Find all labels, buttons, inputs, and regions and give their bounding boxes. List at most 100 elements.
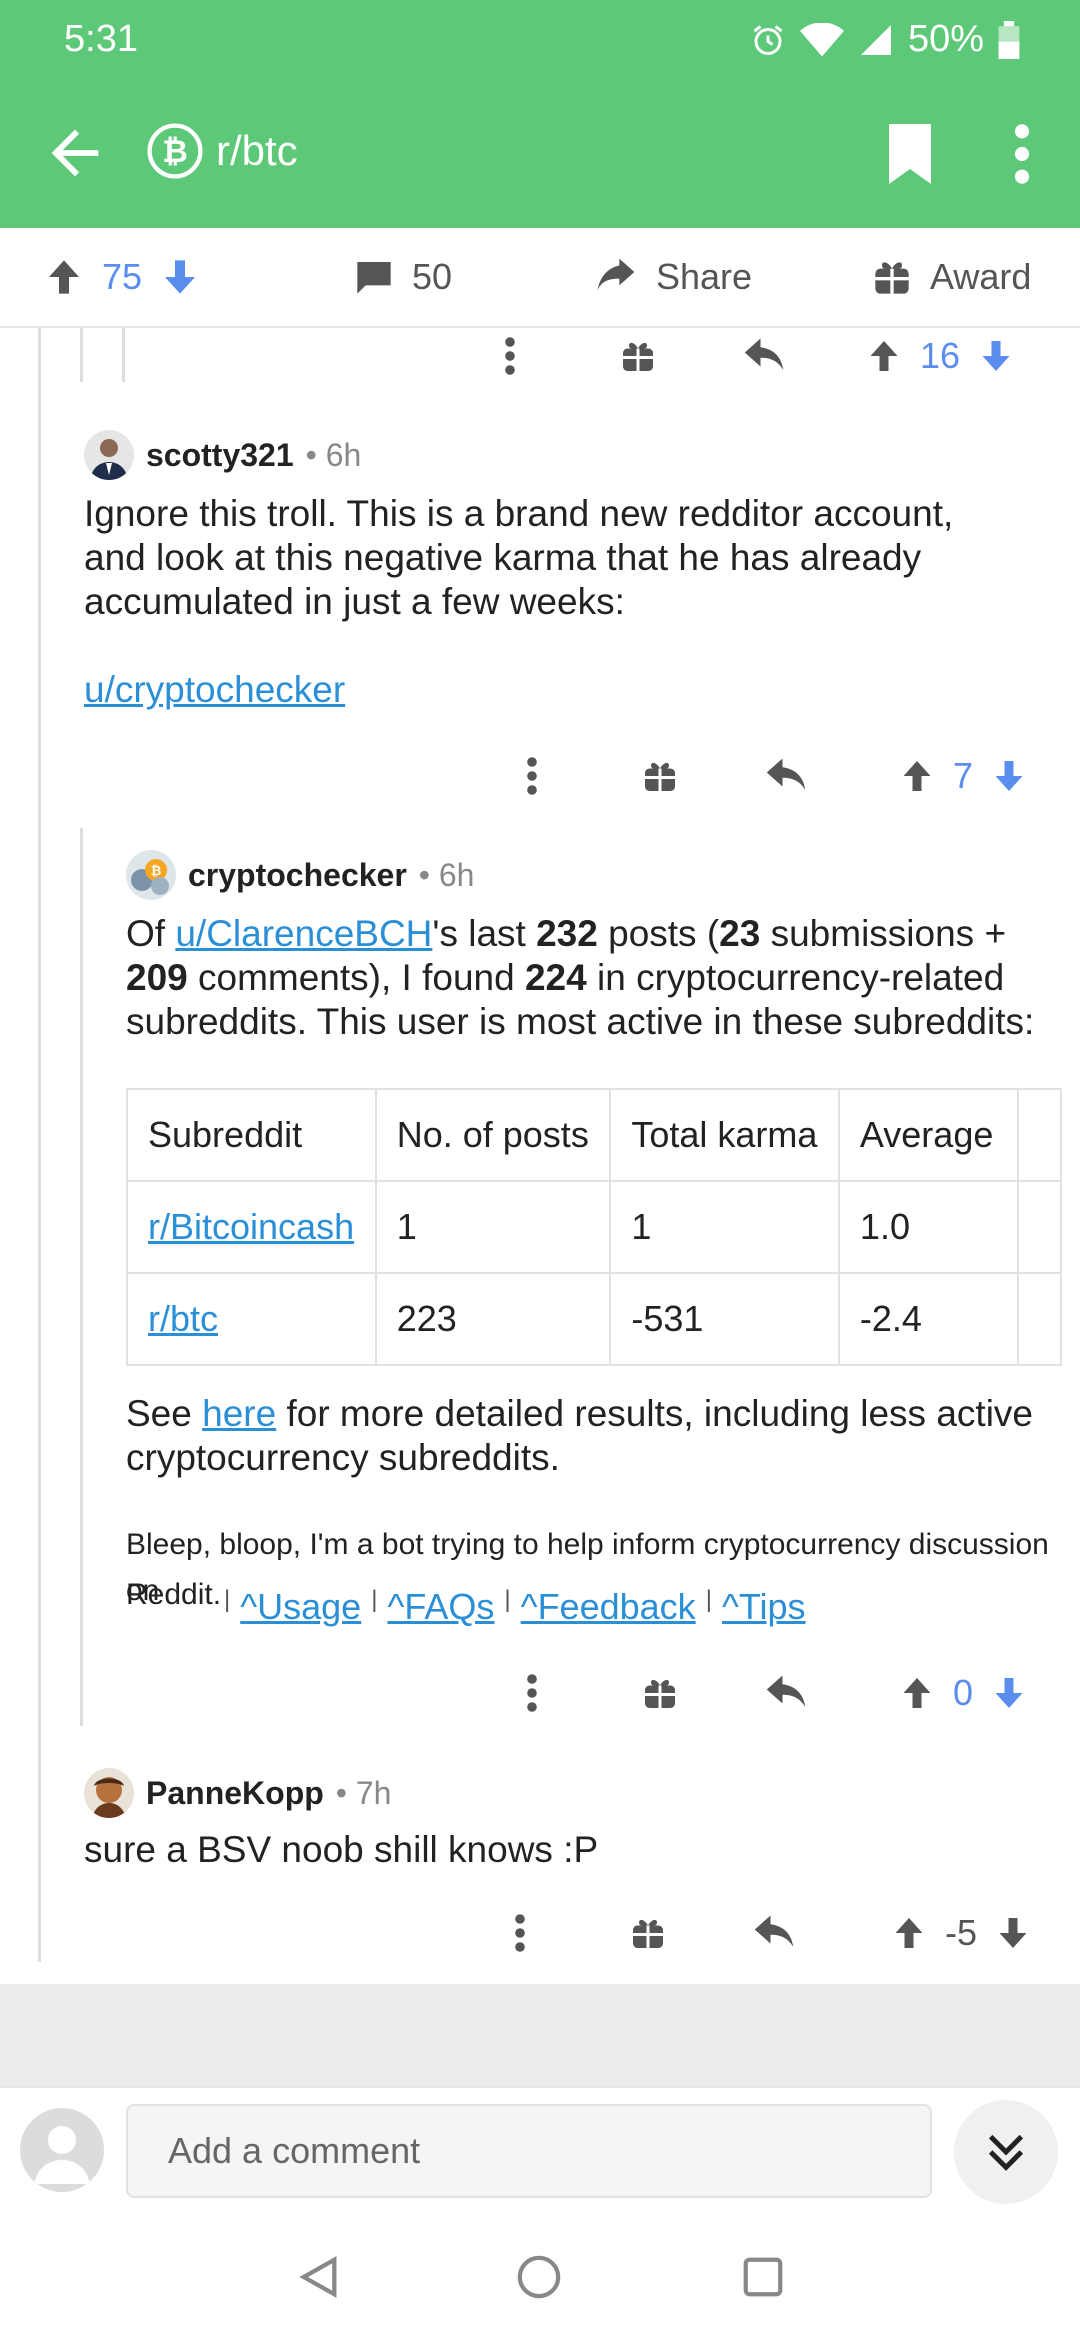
text-segment: Of [126,913,176,954]
list-end-spacer [0,1984,1080,2086]
comment-award-button[interactable] [618,1903,678,1963]
text-segment: submissions + [760,913,1007,954]
system-nav-bar [0,2214,1080,2340]
more-vertical-icon [505,337,515,375]
avatar[interactable] [84,430,134,480]
share-icon [597,258,635,291]
post-count: 232 [536,913,598,954]
comment-age-value: 7h [355,1774,392,1811]
comment-more-button[interactable] [502,1663,562,1723]
award-button[interactable]: Award [872,228,1031,326]
usage-link[interactable]: ^Usage [240,1586,361,1627]
comment-line: accumulated in just a few weeks: [84,581,625,622]
text-segment: 's last [432,913,537,954]
comment-reply-button[interactable] [756,746,816,806]
collapse-button[interactable] [954,2100,1058,2204]
table-header: Total karma [609,1088,840,1182]
bookmark-button[interactable] [886,124,934,184]
downvote-icon[interactable] [160,257,200,297]
post-action-bar: 75 50 Share Award [0,228,1080,328]
comment-compose-bar: Add a comment [0,2086,1080,2216]
comment-username[interactable]: scotty321 [146,437,294,474]
details-link[interactable]: here [202,1393,276,1434]
tips-link[interactable]: ^Tips [722,1586,806,1627]
nav-home-button[interactable] [516,2254,562,2300]
karma-table-scroller[interactable]: Subreddit No. of posts Total karma Avera… [126,1088,1062,1366]
comment-vote-group: -5 [876,1903,1046,1963]
comment-line: and look at this negative karma that he … [84,537,922,578]
comment-reply-button[interactable] [734,326,794,386]
back-button[interactable] [40,118,110,188]
thread-line [80,828,83,1726]
thread-line [38,328,41,1962]
nav-recents-button[interactable] [740,2254,786,2300]
upvote-icon[interactable] [899,758,935,794]
avatar[interactable] [20,2108,104,2192]
table-cell: r/btc [126,1272,377,1366]
avatar[interactable]: ₿ [126,850,176,900]
comment-header: scotty321 • 6h [84,430,361,480]
user-avatar-icon [84,1768,134,1818]
table-header: No. of posts [374,1088,612,1182]
svg-text:₿: ₿ [151,864,162,879]
comment-input[interactable]: Add a comment [126,2104,932,2198]
bookmark-icon [889,124,931,184]
status-icons: 50% [750,18,1020,61]
downvote-icon[interactable] [978,338,1014,374]
comment-count: 50 [412,256,453,297]
bot-note: Reddit. [126,1578,222,1611]
comment-more-button[interactable] [490,1903,550,1963]
post-score: 75 [102,256,143,297]
downvote-icon[interactable] [991,1675,1027,1711]
nav-back-button[interactable] [296,2254,342,2300]
downvote-icon[interactable] [995,1915,1031,1951]
battery-icon [998,20,1020,59]
comment-line: See here for more detailed results, incl… [126,1392,1033,1436]
reply-icon [766,758,806,790]
comment-body: Of u/ClarenceBCH's last 232 posts (23 su… [126,912,1034,1044]
subreddit-link[interactable]: r/btc [148,1298,218,1339]
share-label: Share [656,256,753,297]
downvote-icon[interactable] [991,758,1027,794]
user-link[interactable]: u/ClarenceBCH [175,913,432,954]
gift-icon [633,1919,663,1948]
crypto-post-count: 224 [524,957,587,998]
comment-award-button[interactable] [630,1663,690,1723]
comment-body: See here for more detailed results, incl… [126,1392,1033,1480]
feedback-link[interactable]: ^Feedback [521,1586,696,1627]
reply-icon [744,338,784,370]
user-link[interactable]: u/cryptochecker [84,669,345,710]
more-vertical-icon [527,757,537,795]
table-cell: -2.4 [837,1272,1019,1366]
upvote-icon[interactable] [899,1675,935,1711]
avatar[interactable] [84,1768,134,1818]
karma-table: Subreddit No. of posts Total karma Avera… [126,1088,1062,1366]
faqs-link[interactable]: ^FAQs [387,1586,494,1627]
text-segment: comments), I found [187,957,525,998]
comment-award-button[interactable] [630,746,690,806]
comment-score: 0 [952,1672,974,1713]
comment-more-button[interactable] [480,326,540,386]
text-segment: for more detailed results, including les… [276,1393,1033,1434]
comment-more-button[interactable] [502,746,562,806]
subreddit-link[interactable]: r/Bitcoincash [148,1206,354,1247]
comment-username[interactable]: cryptochecker [188,857,407,894]
comment-reply-button[interactable] [744,1903,804,1963]
comment-award-button[interactable] [608,326,668,386]
upvote-icon[interactable] [44,257,84,297]
more-vertical-icon [1014,124,1030,184]
comment-reply-button[interactable] [756,1663,816,1723]
overflow-menu-button[interactable] [1000,120,1044,188]
circle-home-icon [517,2255,561,2299]
square-recents-icon [743,2257,783,2297]
table-cell: -531 [609,1272,840,1366]
upvote-icon[interactable] [891,1915,927,1951]
share-button[interactable]: Share [594,228,752,326]
table-cell [1016,1088,1062,1182]
subreddit-title[interactable]: ₿ r/btc [146,122,298,180]
comments-button[interactable]: 50 [354,228,452,326]
separator: | [705,1586,712,1613]
upvote-icon[interactable] [866,338,902,374]
table-row: r/Bitcoincash 1 1 1.0 [126,1180,1062,1274]
comment-username[interactable]: PanneKopp [146,1775,324,1812]
